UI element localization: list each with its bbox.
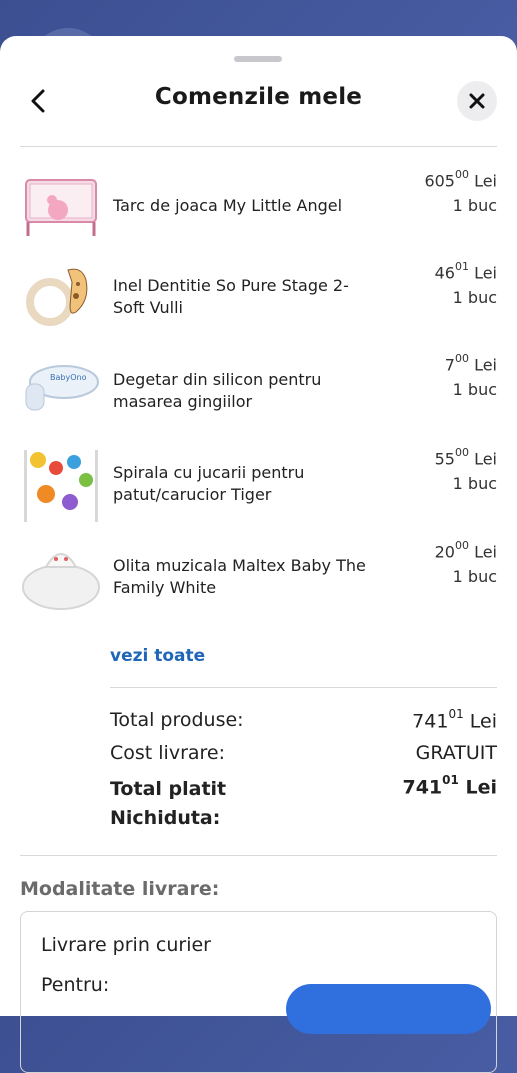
total-products-value: 74101 Lei	[412, 707, 497, 733]
page-title: Comenzile mele	[154, 84, 363, 110]
price-currency: Lei	[474, 263, 497, 283]
product-qty: 1 buc	[452, 567, 497, 586]
product-qty: 1 buc	[452, 196, 497, 215]
delivery-action-button[interactable]	[286, 984, 491, 1034]
price-dec: 01	[454, 260, 469, 273]
product-price: 5500 Lei	[434, 446, 497, 469]
close-icon	[469, 93, 485, 109]
product-name[interactable]: Inel Dentitie So Pure Stage 2- Soft Vull…	[113, 275, 378, 319]
price-dec: 00	[454, 539, 469, 552]
total-paid-dec: 01	[442, 773, 459, 787]
shipping-label: Cost livrare:	[110, 742, 226, 764]
product-qty: 1 buc	[452, 380, 497, 399]
product-qty: 1 buc	[452, 474, 497, 493]
price-int: 605	[424, 171, 455, 191]
price-int: 46	[434, 263, 455, 283]
product-price: 60500 Lei	[424, 168, 497, 191]
total-products-currency: Lei	[469, 710, 497, 733]
playpen-image	[25, 179, 97, 236]
order-item[interactable]: Tarc de joaca My Little Angel 60500 Lei …	[0, 162, 517, 252]
price-int: 20	[434, 542, 455, 562]
price-dec: 00	[454, 168, 469, 181]
order-item[interactable]: Spirala cu jucarii pentru patut/carucior…	[0, 440, 517, 530]
total-paid-label-line2: Nichiduta:	[110, 807, 221, 829]
price-dec: 00	[454, 446, 469, 459]
finger-brush-image: BabyOno	[25, 365, 99, 411]
delivery-for-label: Pentru:	[41, 974, 110, 996]
order-item[interactable]: BabyOno Degetar din silicon pentru masar…	[0, 346, 517, 436]
price-currency: Lei	[474, 171, 497, 191]
product-price: 2000 Lei	[434, 539, 497, 562]
delivery-method: Livrare prin curier	[41, 934, 211, 956]
see-all-link[interactable]: vezi toate	[110, 646, 205, 666]
product-qty: 1 buc	[452, 288, 497, 307]
total-products-int: 741	[412, 710, 449, 733]
product-name[interactable]: Spirala cu jucarii pentru patut/carucior…	[113, 462, 378, 506]
price-currency: Lei	[474, 355, 497, 375]
divider	[20, 146, 497, 147]
price-dec: 00	[454, 352, 469, 365]
price-int: 7	[444, 355, 455, 375]
total-products-dec: 01	[448, 707, 464, 721]
price-currency: Lei	[474, 449, 497, 469]
price-currency: Lei	[474, 542, 497, 562]
total-products-label: Total produse:	[110, 709, 244, 731]
product-name[interactable]: Degetar din silicon pentru masarea gingi…	[113, 369, 378, 413]
total-paid-label-line1: Total platit	[110, 778, 227, 800]
total-paid-int: 741	[402, 776, 443, 799]
shipping-value: GRATUIT	[415, 742, 497, 764]
total-paid-label: Total platit Nichiduta:	[110, 775, 226, 833]
delivery-card: Livrare prin curier Pentru:	[20, 911, 497, 1073]
product-price: 4601 Lei	[434, 260, 497, 283]
delivery-section-title: Modalitate livrare:	[20, 878, 220, 900]
order-item[interactable]: Olita muzicala Maltex Baby The Family Wh…	[0, 533, 517, 623]
price-int: 55	[434, 449, 455, 469]
total-paid-value: 74101 Lei	[402, 773, 497, 799]
potty-image	[22, 553, 100, 610]
sheet-grabber[interactable]	[234, 56, 282, 62]
svg-text:BabyOno: BabyOno	[50, 373, 87, 382]
product-name[interactable]: Tarc de joaca My Little Angel	[113, 195, 378, 217]
product-price: 700 Lei	[444, 352, 497, 375]
product-name[interactable]: Olita muzicala Maltex Baby The Family Wh…	[113, 555, 378, 599]
teether-image	[26, 268, 88, 326]
total-paid-currency: Lei	[465, 776, 497, 799]
orders-sheet: Comenzile mele Tarc de joaca My Little A…	[0, 36, 517, 1073]
order-item[interactable]: Inel Dentitie So Pure Stage 2- Soft Vull…	[0, 254, 517, 344]
divider	[20, 855, 497, 856]
divider	[110, 687, 497, 688]
spiral-toy-image	[24, 450, 98, 522]
close-button[interactable]	[457, 81, 497, 121]
